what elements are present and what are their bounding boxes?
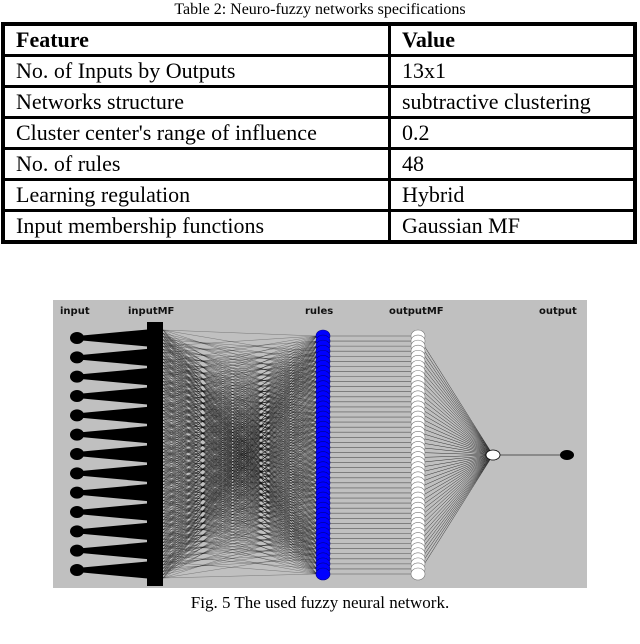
input-fan: [77, 522, 153, 541]
inputmf-column: [147, 322, 163, 586]
outputmf-output-connection: [417, 335, 494, 456]
outputmf-output-connection: [417, 454, 494, 539]
input-node: [70, 486, 84, 499]
outputmf-output-connection: [417, 386, 494, 456]
value-cell: Hybrid: [388, 178, 637, 212]
table-row: No. of rules 48: [1, 147, 637, 181]
outputmf-output-connection: [417, 391, 494, 456]
feature-cell: Cluster center's range of influence: [1, 116, 391, 150]
output-sum-node: [485, 449, 501, 461]
table-row: Input membership functions Gaussian MF: [1, 209, 637, 244]
outputmf-output-connection: [417, 371, 494, 456]
outputmf-node: [410, 567, 426, 581]
table-row: Learning regulation Hybrid: [1, 178, 637, 212]
value-cell: 48: [388, 147, 637, 181]
value-cell: Gaussian MF: [388, 209, 637, 244]
outputmf-output-connection: [417, 401, 494, 456]
outputmf-output-connection: [417, 454, 494, 479]
input-fan: [77, 329, 153, 347]
table-row: Networks structure subtractive clusterin…: [1, 85, 637, 119]
input-fan: [77, 406, 153, 425]
input-fan: [77, 387, 153, 405]
outputmf-output-connection: [417, 351, 494, 456]
feature-cell: No. of Inputs by Outputs: [1, 54, 391, 88]
label-inputmf: inputMF: [128, 306, 175, 317]
value-cell: 13x1: [388, 54, 637, 88]
output-node: [560, 450, 574, 460]
header-feature: Feature: [1, 22, 391, 57]
outputmf-output-connection: [417, 406, 494, 456]
input-fan: [77, 483, 153, 502]
input-fan: [77, 541, 153, 560]
outputmf-output-connection: [417, 376, 494, 456]
feature-cell: Learning regulation: [1, 178, 391, 212]
input-node: [70, 525, 84, 538]
value-cell: subtractive clustering: [388, 85, 637, 119]
input-node: [70, 409, 84, 422]
outputmf-output-connection: [417, 366, 494, 456]
table-caption: Table 2: Neuro-fuzzy networks specificat…: [174, 1, 466, 18]
input-node: [70, 467, 84, 480]
value-cell: 0.2: [388, 116, 637, 150]
input-node: [70, 544, 84, 557]
label-output: output: [539, 306, 577, 317]
inputmf-rules-connections: [162, 329, 318, 579]
label-outputmf: outputMF: [389, 306, 444, 317]
input-fan: [77, 464, 153, 483]
feature-cell: Input membership functions: [1, 209, 391, 244]
table-row: No. of Inputs by Outputs 13x1: [1, 54, 637, 88]
input-node: [70, 370, 84, 383]
input-fan: [77, 445, 153, 463]
feature-cell: Networks structure: [1, 85, 391, 119]
input-fan: [77, 561, 153, 579]
input-fan: [77, 348, 153, 367]
input-node: [70, 506, 84, 518]
input-fan: [77, 503, 153, 521]
rule-node: [315, 567, 331, 581]
input-node: [70, 448, 84, 460]
input-fan: [77, 425, 153, 444]
label-rules: rules: [305, 306, 334, 317]
outputmf-output-connection: [417, 454, 494, 534]
outputmf-output-connection: [417, 454, 494, 559]
figure-caption: Fig. 5 The used fuzzy neural network.: [190, 593, 450, 612]
outputmf-output-connection: [417, 454, 494, 509]
outputmf-output-connection: [417, 454, 494, 570]
input-node: [70, 428, 84, 441]
outputmf-output-connection: [417, 454, 494, 504]
input-node: [70, 564, 84, 576]
outputmf-output-connection: [417, 416, 494, 456]
outputmf-output-connection: [417, 340, 494, 456]
outputmf-output-connection: [417, 454, 494, 519]
feature-cell: No. of rules: [1, 147, 391, 181]
specifications-table: Feature Value No. of Inputs by Outputs 1…: [1, 22, 637, 244]
network-figure: input inputMF rules outputMF output: [53, 300, 587, 588]
input-node: [70, 351, 84, 364]
outputmf-output-connection: [417, 454, 494, 494]
outputmf-output-connection: [417, 454, 494, 575]
table-row: Cluster center's range of influence 0.2: [1, 116, 637, 150]
network-diagram: [70, 322, 574, 586]
input-fan: [77, 367, 153, 386]
label-input: input: [60, 306, 90, 317]
header-value: Value: [388, 22, 637, 57]
input-node: [70, 332, 84, 344]
outputmf-output-connection: [417, 454, 494, 544]
outputmf-output-connection: [417, 454, 494, 524]
outputmf-output-connection: [417, 431, 494, 456]
input-node: [70, 390, 84, 402]
table-header-row: Feature Value: [1, 22, 637, 57]
